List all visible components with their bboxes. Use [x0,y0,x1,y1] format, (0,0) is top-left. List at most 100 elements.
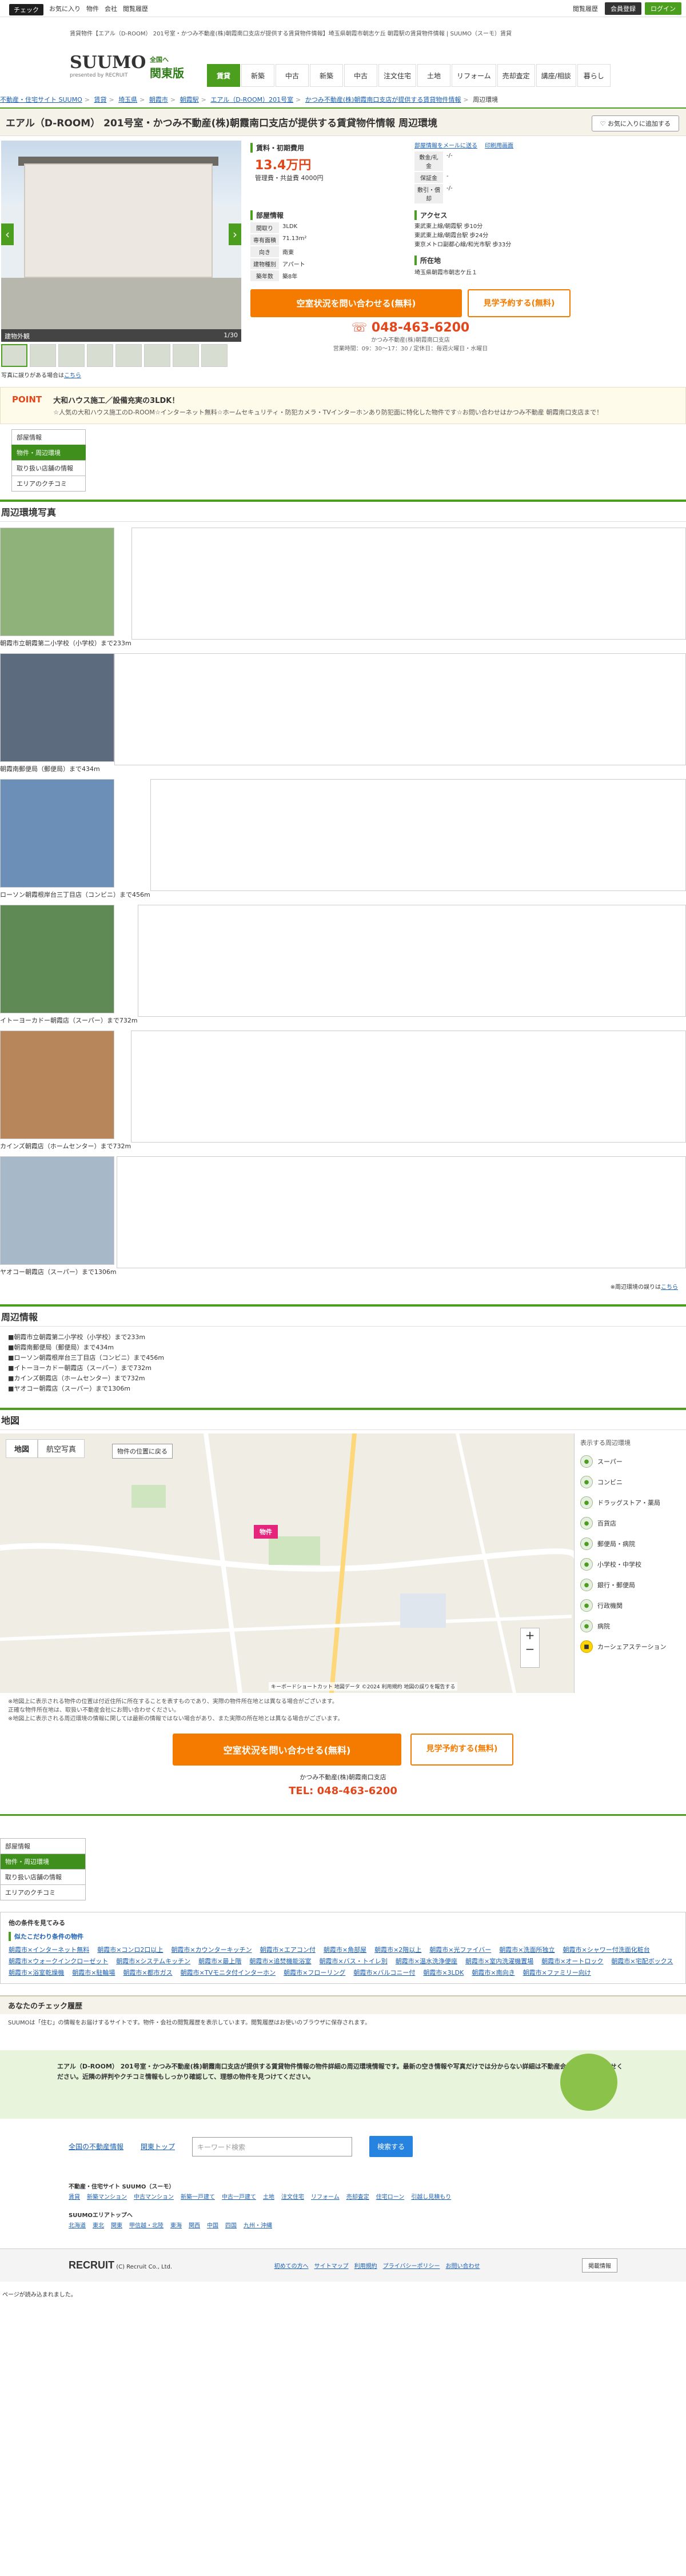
prev-photo-arrow-icon[interactable]: ‹ [1,223,14,245]
footer-bottom-link[interactable]: お問い合わせ [445,2261,480,2270]
footer-bottom-link[interactable]: サイトマップ [314,2261,349,2270]
footer-area-link[interactable]: 関東 [111,2221,122,2231]
footer-area-link[interactable]: 四国 [225,2221,237,2231]
legend-item[interactable]: ● 病院 [580,1620,680,1632]
footer-group-link[interactable]: リフォーム [311,2192,340,2203]
nav-reform[interactable]: リフォーム [452,64,496,87]
photo-thumbnail[interactable] [1,344,27,367]
tab-map[interactable]: 地図 [6,1439,38,1458]
condition-link[interactable]: 朝霞市×3LDK [423,1968,464,1978]
env-photo[interactable] [0,528,114,636]
footer-area-link[interactable]: 東北 [93,2221,104,2231]
condition-link[interactable]: 朝霞市×エアコン付 [260,1946,316,1955]
footer-group-link[interactable]: 新築一戸建て [181,2192,215,2203]
tab-area-reviews-bottom[interactable]: エリアのクチコミ [0,1884,86,1900]
condition-link[interactable]: 朝霞市×都市ガス [123,1968,172,1978]
condition-link[interactable]: 朝霞市×室内洗濯機置場 [465,1957,533,1966]
condition-link[interactable]: 朝霞市×浴室乾燥機 [9,1968,64,1978]
breadcrumb-item[interactable]: かつみ不動産(株)朝霞南口支店が提供する賃貸物件情報 [305,96,461,103]
condition-link[interactable]: 朝霞市×バス・トイレ別 [320,1957,388,1966]
photo-error-link[interactable]: こちら [64,373,81,379]
footer-group-link[interactable]: 引越し見積もり [411,2192,451,2203]
env-photo[interactable] [0,779,114,888]
nav-used-house[interactable]: 中古 [344,64,377,87]
footer-area-link[interactable]: 東海 [170,2221,182,2231]
tab-environment-bottom[interactable]: 物件・周辺環境 [0,1854,86,1870]
tab-store-info[interactable]: 取り扱い店舗の情報 [11,460,86,476]
nav-custom-house[interactable]: 注文住宅 [378,64,417,87]
footer-area-link[interactable]: 関西 [189,2221,200,2231]
condition-link[interactable]: 朝霞市×ウォークインクローゼット [9,1957,108,1966]
nav-sell-assess[interactable]: 売却査定 [497,64,535,87]
condition-link[interactable]: 朝霞市×シャワー付洗面化粧台 [563,1946,650,1955]
condition-link[interactable]: 朝霞市×追焚機能浴室 [249,1957,311,1966]
next-photo-arrow-icon[interactable]: › [229,223,241,245]
env-photo[interactable] [0,905,114,1013]
visit-reservation-button[interactable]: 見学予約する(無料) [468,289,571,317]
footer-group-link[interactable]: 売却査定 [346,2192,369,2203]
footer-group-link[interactable]: 注文住宅 [281,2192,304,2203]
topbar-property-link[interactable]: 物件 [86,4,99,15]
photo-thumbnail[interactable] [115,344,142,367]
login-button[interactable]: ログイン [645,2,681,15]
history-link[interactable]: 閲覧履歴 [569,3,601,14]
footer-nationwide-link[interactable]: 全国の不動産情報 [69,2142,123,2151]
breadcrumb-item[interactable]: 不動産・住宅サイト SUUMO [0,96,82,103]
topbar-favorites-link[interactable]: お気に入り [49,4,81,15]
breadcrumb-item[interactable]: エアル（D-ROOM）201号室 [210,96,293,103]
print-link[interactable]: 印刷用画面 [485,143,513,149]
legend-item[interactable]: ● スーパー [580,1455,680,1468]
breadcrumb-item[interactable]: 朝霞駅 [180,96,199,103]
condition-link[interactable]: 朝霞市×2階以上 [374,1946,421,1955]
condition-link[interactable]: 朝霞市×インターネット無料 [9,1946,89,1955]
legend-item[interactable]: ● ドラッグストア・薬局 [580,1496,680,1509]
zoom-out-icon[interactable]: − [521,1642,539,1656]
footer-area-link[interactable]: 北海道 [69,2221,86,2231]
tab-room-info[interactable]: 部屋情報 [11,429,86,445]
legend-item[interactable]: ● 郵便局・病院 [580,1537,680,1550]
keyword-search-button[interactable]: 検索する [369,2136,413,2157]
condition-link[interactable]: 朝霞市×宅配ボックス [611,1957,673,1966]
condition-link[interactable]: 朝霞市×温水洗浄便座 [396,1957,457,1966]
condition-link[interactable]: 朝霞市×南向き [472,1968,514,1978]
footer-group-link[interactable]: 新築マンション [87,2192,127,2203]
legend-item[interactable]: ● 銀行・郵便局 [580,1579,680,1591]
env-photo[interactable] [0,1156,114,1265]
photo-thumbnail[interactable] [58,344,85,367]
nav-land[interactable]: 土地 [417,64,451,87]
condition-link[interactable]: 朝霞市×ファミリー向け [523,1968,591,1978]
condition-link[interactable]: 朝霞市×バルコニー付 [353,1968,415,1978]
nav-rent[interactable]: 賃貸 [207,64,240,87]
topbar-history-link[interactable]: 閲覧履歴 [123,4,148,15]
tab-aerial[interactable]: 航空写真 [38,1439,85,1458]
env-photo[interactable] [0,1031,114,1139]
photo-thumbnail[interactable] [30,344,56,367]
inquiry-button[interactable]: 空室状況を問い合わせる(無料) [250,289,462,317]
footer-area-link[interactable]: 甲信越・北陸 [129,2221,163,2231]
visit-reservation-button-bottom[interactable]: 見学予約する(無料) [410,1734,513,1766]
legend-item[interactable]: ● 百貨店 [580,1517,680,1529]
photo-thumbnail[interactable] [201,344,228,367]
condition-link[interactable]: 朝霞市×システムキッチン [116,1957,190,1966]
condition-link[interactable]: 朝霞市×光ファイバー [429,1946,491,1955]
condition-link[interactable]: 朝霞市×洗面所独立 [499,1946,555,1955]
footer-group-link[interactable]: 土地 [263,2192,274,2203]
region-switch-link[interactable]: 全国へ [150,55,184,64]
property-marker[interactable]: 物件 [254,1525,278,1539]
condition-link[interactable]: 朝霞市×フローリング [284,1968,345,1978]
footer-bottom-link[interactable]: 利用規約 [354,2261,377,2270]
condition-link[interactable]: 朝霞市×TVモニタ付インターホン [181,1968,276,1978]
env-photo[interactable] [0,653,114,762]
zoom-in-icon[interactable]: + [521,1628,539,1642]
photo-thumbnail[interactable] [173,344,199,367]
legend-item[interactable]: ■ カーシェアステーション [580,1640,680,1653]
email-room-link[interactable]: 部屋情報をメールに送る [414,143,477,149]
nav-used-mansion[interactable]: 中古 [276,64,309,87]
footer-kanto-link[interactable]: 関東トップ [141,2142,175,2151]
inquiry-button-bottom[interactable]: 空室状況を問い合わせる(無料) [173,1734,401,1766]
footer-area-link[interactable]: 九州・沖縄 [244,2221,272,2231]
nav-new-mansion[interactable]: 新築 [241,64,274,87]
env-error-link[interactable]: こちら [661,1284,678,1291]
footer-bottom-link[interactable]: 初めての方へ [274,2261,309,2270]
zoom-control[interactable]: + − [520,1628,540,1668]
